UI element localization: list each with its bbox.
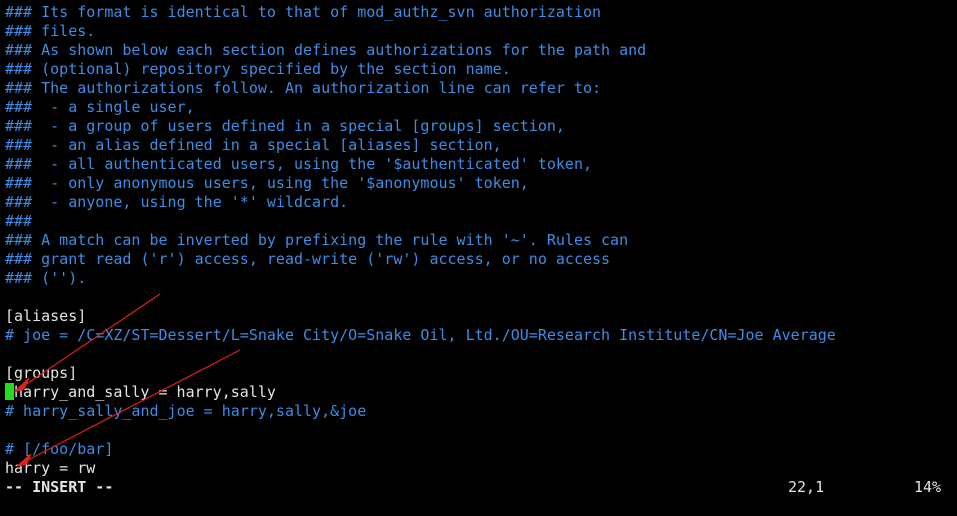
mode-indicator: -- INSERT -- [5, 478, 114, 496]
buffer-line[interactable]: # joe = /C=XZ/ST=Dessert/L=Snake City/O=… [5, 326, 836, 345]
line-text: # harry_sally_and_joe = harry,sally,&joe [5, 402, 367, 420]
line-text: ### As shown below each section defines … [5, 41, 647, 59]
buffer-line[interactable]: harry = rw [5, 459, 95, 478]
buffer-line[interactable]: harry_and_sally = harry,sally [5, 383, 276, 402]
buffer-line[interactable]: ### - only anonymous users, using the '$… [5, 174, 529, 193]
text-cursor [5, 383, 14, 400]
line-text: # joe = /C=XZ/ST=Dessert/L=Snake City/O=… [5, 326, 836, 344]
line-text: ### A match can be inverted by prefixing… [5, 231, 629, 249]
line-text: ### The authorizations follow. An author… [5, 79, 602, 97]
buffer-line[interactable]: ### (optional) repository specified by t… [5, 60, 511, 79]
buffer-line[interactable]: ### [5, 212, 32, 231]
line-text: ### (optional) repository specified by t… [5, 60, 511, 78]
scroll-percent: 14% [914, 478, 942, 496]
line-text: ### - a group of users defined in a spec… [5, 117, 565, 135]
line-text: ### - all authenticated users, using the… [5, 155, 592, 173]
cursor-position: 22,1 [788, 478, 825, 496]
buffer-line[interactable]: [groups] [5, 364, 77, 383]
buffer-line[interactable]: [aliases] [5, 307, 86, 326]
buffer-line[interactable]: ### - anyone, using the '*' wildcard. [5, 193, 348, 212]
buffer-line[interactable]: ### grant read ('r') access, read-write … [5, 250, 610, 269]
line-text: ### [5, 212, 33, 230]
buffer-line[interactable]: ### (''). [5, 269, 86, 288]
line-text: [aliases] [5, 307, 87, 325]
buffer-line[interactable]: ### A match can be inverted by prefixing… [5, 231, 628, 250]
line-text: ### - an alias defined in a special [ali… [5, 136, 502, 154]
line-text: ### grant read ('r') access, read-write … [5, 250, 611, 268]
line-text: harry_and_sally = harry,sally [14, 383, 276, 401]
line-text: ### Its format is identical to that of m… [5, 3, 602, 21]
line-text: ### - a single user, [5, 98, 195, 116]
buffer-line[interactable]: # [/foo/bar] [5, 440, 113, 459]
line-text: ### - anyone, using the '*' wildcard. [5, 193, 349, 211]
buffer-line[interactable]: ### - a group of users defined in a spec… [5, 117, 565, 136]
buffer-line[interactable]: ### The authorizations follow. An author… [5, 79, 601, 98]
line-text: ### files. [5, 22, 96, 40]
terminal-window[interactable]: ### Its format is identical to that of m… [0, 0, 957, 516]
line-text: ### - only anonymous users, using the '$… [5, 174, 529, 192]
line-text: harry = rw [5, 459, 96, 477]
buffer-line[interactable]: ### Its format is identical to that of m… [5, 3, 601, 22]
buffer-line[interactable]: ### - an alias defined in a special [ali… [5, 136, 502, 155]
line-text: ### (''). [5, 269, 87, 287]
buffer-line[interactable]: ### - a single user, [5, 98, 195, 117]
buffer-line[interactable]: ### files. [5, 22, 95, 41]
line-text: [groups] [5, 364, 78, 382]
line-text: # [/foo/bar] [5, 440, 114, 458]
buffer-line[interactable]: # harry_sally_and_joe = harry,sally,&joe [5, 402, 366, 421]
buffer-line[interactable]: ### As shown below each section defines … [5, 41, 646, 60]
buffer-line[interactable]: ### - all authenticated users, using the… [5, 155, 592, 174]
